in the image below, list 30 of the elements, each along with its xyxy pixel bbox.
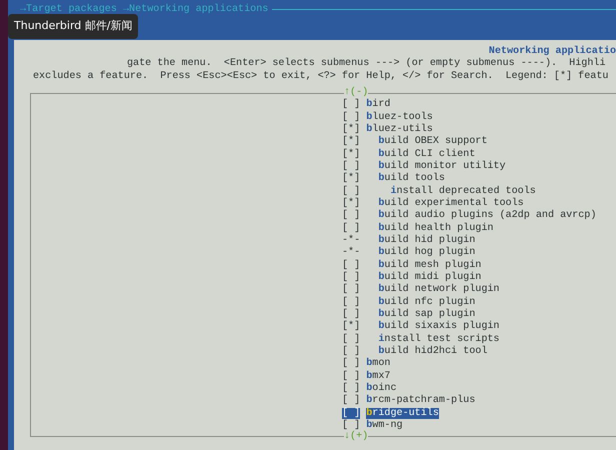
menu-item[interactable]: -*- build hid plugin [342,235,476,248]
menu-item[interactable]: [ ] build sap plugin [342,309,476,322]
menu-item[interactable]: [ ] build midi plugin [342,272,482,284]
menu-item[interactable]: [ ] install deprecated tools [342,186,536,198]
menu-item[interactable]: [*] build CLI client [342,148,476,161]
panel-title: Networking applicatio [488,46,616,58]
tooltip: Thunderbird 邮件/新闻 [8,14,138,38]
menu-item[interactable]: [*] bluez-utils [342,124,433,136]
menu-item[interactable]: [*] build tools [342,173,445,186]
menu-item[interactable]: [ ] install test scripts [342,334,500,346]
menu-item[interactable]: [*] build experimental tools [342,198,524,210]
menu-item[interactable]: -*- build hog plugin [342,247,476,260]
menu-item[interactable]: [ ] bluez-tools [342,112,433,124]
menu-item[interactable]: [*] build OBEX support [342,136,488,149]
menu-item[interactable]: [ ] build hid2hci tool [342,346,488,358]
menu-item[interactable]: [ ] brcm-patchram-plus [342,395,476,408]
menu-item[interactable]: [*] build sixaxis plugin [342,321,500,334]
menu-item[interactable]: [ ] build mesh plugin [342,260,482,272]
help-text: excludes a feature. Press <Esc><Esc> to exit, <?> for Help, </> for Search. Legend: [*] featu [33,70,608,82]
menu-item[interactable]: [ ] build monitor utility [342,160,506,174]
menu-item[interactable]: [ ] boinc [342,383,397,396]
menu-item[interactable]: [ ] build audio plugins (a2dp and avrcp) [342,210,596,223]
menu-item[interactable]: [ ] build network plugin [342,284,500,297]
breadcrumb: →Target packages →Networking applications [20,3,268,17]
menu-item[interactable]: [ ] build nfc plugin [342,296,476,310]
menu-item[interactable]: [ ] bmon [342,358,390,371]
help-text: gate the menu. <Enter> selects submenus ---> (or empty submenus ----). Highli [127,58,606,70]
menu-item[interactable]: [ ] build health plugin [342,222,494,235]
menu-item[interactable]: [ ] bmx7 [342,370,390,384]
menu-item[interactable]: [ ] bird [342,99,390,112]
